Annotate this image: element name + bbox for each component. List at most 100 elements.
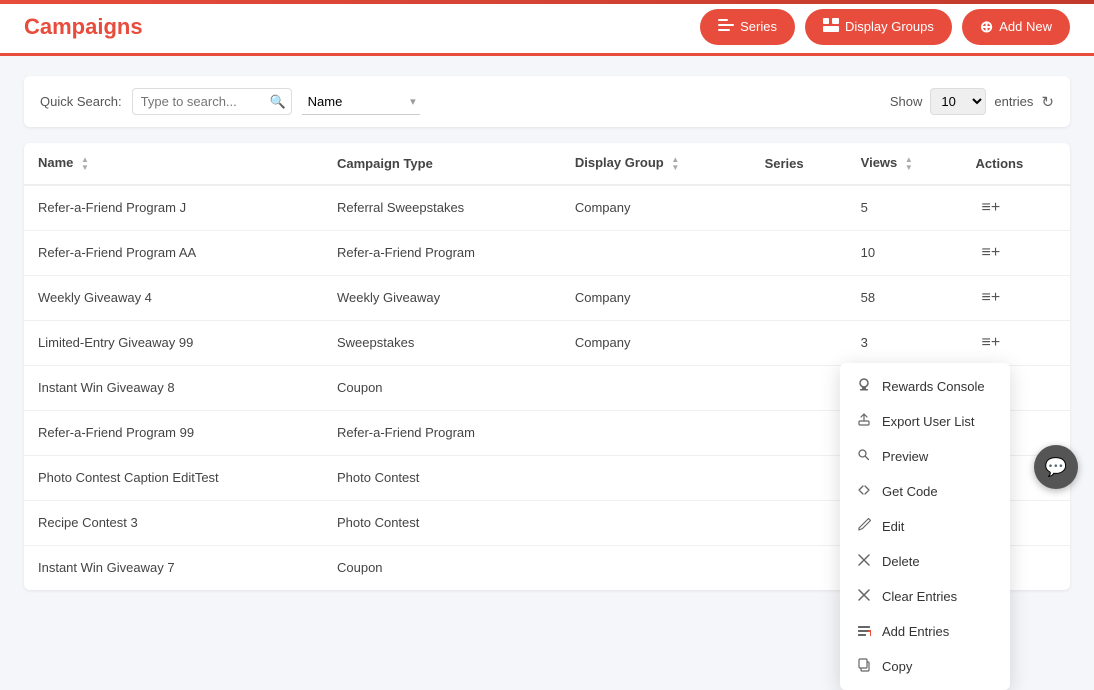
cell-name: Weekly Giveaway 4 xyxy=(24,275,323,320)
cell-display-group xyxy=(561,365,751,410)
campaigns-table-wrapper: Name ▲▼ Campaign Type Display Group ▲▼ S… xyxy=(24,143,1070,590)
cell-campaign-type: Photo Contest xyxy=(323,500,561,545)
trophy-icon xyxy=(856,378,872,395)
th-actions-label: Actions xyxy=(976,156,1024,171)
cell-series xyxy=(751,275,847,320)
dropdown-item-label: Copy xyxy=(882,659,912,674)
th-actions: Actions xyxy=(962,143,1070,185)
dropdown-item-search[interactable]: Preview xyxy=(840,439,1010,474)
cell-display-group xyxy=(561,500,751,545)
dropdown-item-label: Add Entries xyxy=(882,624,949,639)
actions-menu-button[interactable]: ≡+ xyxy=(976,332,1007,354)
table-row: Refer-a-Friend Program J Referral Sweeps… xyxy=(24,185,1070,231)
cell-display-group xyxy=(561,410,751,455)
display-groups-icon xyxy=(823,18,839,35)
th-display-group-label: Display Group xyxy=(575,155,664,170)
th-views[interactable]: Views ▲▼ xyxy=(847,143,962,185)
cell-display-group: Company xyxy=(561,185,751,231)
table-row: Weekly Giveaway 4 Weekly Giveaway Compan… xyxy=(24,275,1070,320)
dropdown-item-label: Clear Entries xyxy=(882,589,957,604)
chat-bubble-button[interactable]: 💬 xyxy=(1034,445,1078,489)
add-new-button[interactable]: ⊕ Add New xyxy=(962,9,1070,45)
dropdown-item-clear[interactable]: Clear Entries xyxy=(840,579,1010,614)
cell-views: 10 xyxy=(847,230,962,275)
cell-campaign-type: Sweepstakes xyxy=(323,320,561,365)
cell-series xyxy=(751,365,847,410)
dropdown-item-label: Get Code xyxy=(882,484,938,499)
search-bar: Quick Search: 🔍 Name Campaign Type Displ… xyxy=(24,76,1070,127)
actions-menu-button[interactable]: ≡+ xyxy=(976,287,1007,309)
th-name[interactable]: Name ▲▼ xyxy=(24,143,323,185)
table-row: Limited-Entry Giveaway 99 Sweepstakes Co… xyxy=(24,320,1070,365)
search-input[interactable] xyxy=(132,88,292,115)
series-label: Series xyxy=(740,19,777,34)
cell-series xyxy=(751,320,847,365)
add-new-icon: ⊕ xyxy=(980,17,993,37)
cell-actions: ≡+ xyxy=(962,185,1070,231)
series-icon xyxy=(718,18,734,35)
show-wrap: Show 10 25 50 100 entries ↻ xyxy=(890,88,1054,115)
export-icon xyxy=(856,413,872,430)
dropdown-item-delete[interactable]: Delete xyxy=(840,544,1010,579)
cell-series xyxy=(751,545,847,590)
cell-campaign-type: Coupon xyxy=(323,365,561,410)
cell-display-group: Company xyxy=(561,275,751,320)
dropdown-item-code[interactable]: Get Code xyxy=(840,474,1010,509)
accent-bar xyxy=(0,0,1094,4)
cell-series xyxy=(751,500,847,545)
top-actions: Series Display Groups ⊕ Add New xyxy=(700,9,1070,45)
clear-icon xyxy=(856,588,872,605)
copy-icon xyxy=(856,658,872,675)
cell-campaign-type: Weekly Giveaway xyxy=(323,275,561,320)
main-content: Quick Search: 🔍 Name Campaign Type Displ… xyxy=(0,56,1094,610)
th-series-label: Series xyxy=(765,156,804,171)
cell-display-group xyxy=(561,545,751,590)
filter-select[interactable]: Name Campaign Type Display Group Series xyxy=(302,89,420,115)
cell-campaign-type: Refer-a-Friend Program xyxy=(323,410,561,455)
cell-views: 5 xyxy=(847,185,962,231)
search-icon-button[interactable]: 🔍 xyxy=(269,94,285,110)
dropdown-item-copy[interactable]: Copy xyxy=(840,649,1010,684)
cell-series xyxy=(751,230,847,275)
cell-campaign-type: Photo Contest xyxy=(323,455,561,500)
cell-campaign-type: Refer-a-Friend Program xyxy=(323,230,561,275)
actions-menu-button[interactable]: ≡+ xyxy=(976,242,1007,264)
cell-name: Instant Win Giveaway 7 xyxy=(24,545,323,590)
cell-name: Refer-a-Friend Program AA xyxy=(24,230,323,275)
dropdown-item-edit[interactable]: Edit xyxy=(840,509,1010,544)
cell-name: Photo Contest Caption EditTest xyxy=(24,455,323,500)
th-display-group[interactable]: Display Group ▲▼ xyxy=(561,143,751,185)
cell-campaign-type: Referral Sweepstakes xyxy=(323,185,561,231)
cell-name: Instant Win Giveaway 8 xyxy=(24,365,323,410)
delete-icon xyxy=(856,553,872,570)
cell-actions: ≡+ xyxy=(962,320,1070,365)
dropdown-item-label: Delete xyxy=(882,554,920,569)
cell-series xyxy=(751,410,847,455)
th-campaign-type-label: Campaign Type xyxy=(337,156,433,171)
th-series: Series xyxy=(751,143,847,185)
actions-dropdown-menu: Rewards Console Export User List Preview… xyxy=(840,363,1010,690)
dropdown-item-label: Rewards Console xyxy=(882,379,985,394)
cell-name: Refer-a-Friend Program J xyxy=(24,185,323,231)
filter-select-wrap: Name Campaign Type Display Group Series xyxy=(302,89,420,115)
cell-name: Limited-Entry Giveaway 99 xyxy=(24,320,323,365)
cell-series xyxy=(751,185,847,231)
dropdown-item-export[interactable]: Export User List xyxy=(840,404,1010,439)
actions-menu-button[interactable]: ≡+ xyxy=(976,197,1007,219)
refresh-button[interactable]: ↻ xyxy=(1041,93,1054,111)
dropdown-item-add-entries[interactable]: Add Entries xyxy=(840,614,1010,649)
top-bar: Campaigns Series Display Groups ⊕ Add Ne… xyxy=(0,0,1094,56)
chat-icon: 💬 xyxy=(1045,457,1067,478)
sort-arrows-views: ▲▼ xyxy=(905,156,913,172)
cell-actions: ≡+ xyxy=(962,230,1070,275)
add-entries-icon xyxy=(856,623,872,640)
entries-select[interactable]: 10 25 50 100 xyxy=(930,88,986,115)
sort-arrows-name: ▲▼ xyxy=(81,156,89,172)
dropdown-item-trophy[interactable]: Rewards Console xyxy=(840,369,1010,404)
display-groups-button[interactable]: Display Groups xyxy=(805,9,952,45)
dropdown-item-label: Export User List xyxy=(882,414,974,429)
cell-name: Recipe Contest 3 xyxy=(24,500,323,545)
entries-label: entries xyxy=(994,94,1033,109)
add-new-label: Add New xyxy=(999,19,1052,34)
series-button[interactable]: Series xyxy=(700,9,795,45)
